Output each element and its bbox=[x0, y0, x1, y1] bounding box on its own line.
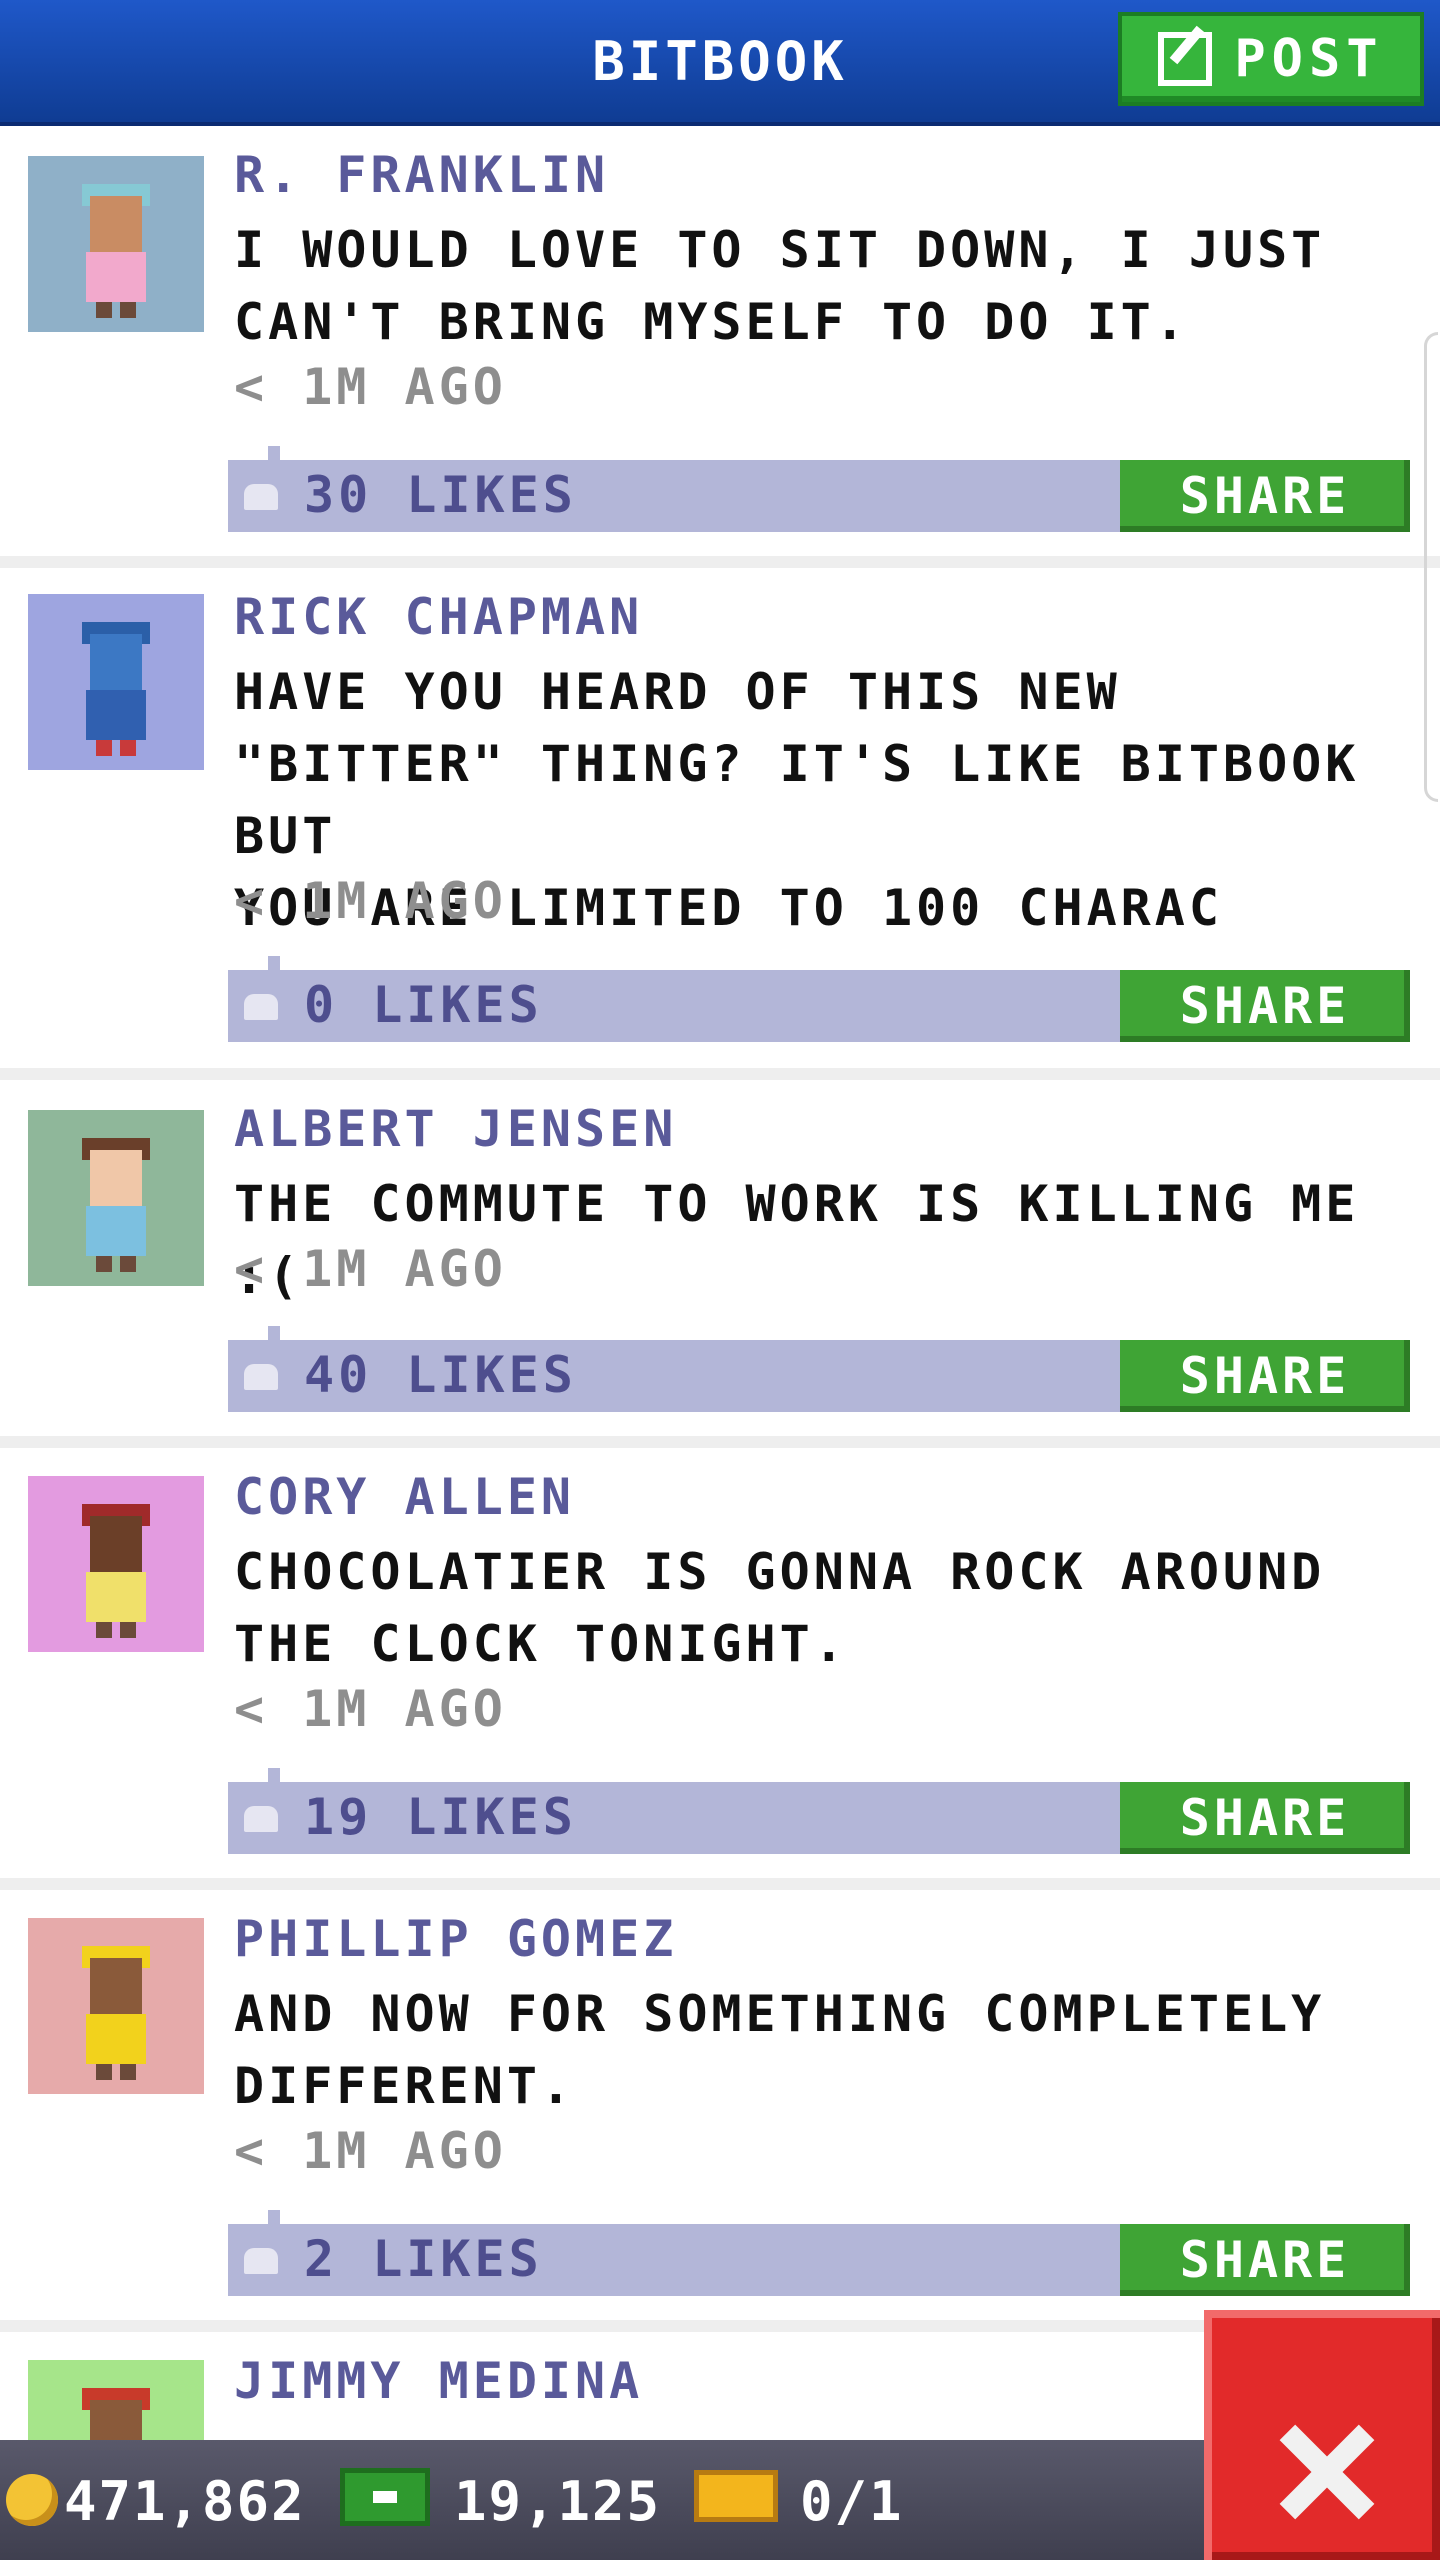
legs-icon bbox=[96, 2064, 136, 2080]
thumbs-up-icon bbox=[244, 484, 278, 510]
like-bar-tab bbox=[268, 956, 280, 970]
like-count: 40 LIKES bbox=[304, 1346, 577, 1404]
legs-icon bbox=[96, 1256, 136, 1272]
legs-icon bbox=[96, 1622, 136, 1638]
feed-post: R. FRANKLIN I WOULD LOVE TO SIT DOWN, I … bbox=[0, 126, 1440, 556]
scroll-indicator[interactable] bbox=[1424, 332, 1438, 802]
post-author[interactable]: ALBERT JENSEN bbox=[234, 1100, 677, 1158]
thumbs-up-icon bbox=[244, 2248, 278, 2274]
like-bar-tab bbox=[268, 1768, 280, 1782]
share-button[interactable]: SHARE bbox=[1120, 1782, 1410, 1854]
avatar[interactable] bbox=[28, 594, 204, 770]
close-icon bbox=[1276, 2422, 1376, 2522]
app-header: BITBOOK POST bbox=[0, 0, 1440, 126]
like-bar-tab bbox=[268, 2210, 280, 2224]
post-time: < 1M AGO bbox=[234, 1240, 507, 1298]
post-message: I WOULD LOVE TO SIT DOWN, I JUST CAN'T B… bbox=[234, 221, 1326, 351]
body-icon bbox=[86, 1206, 146, 1256]
ticket-icon bbox=[694, 2470, 778, 2522]
app-title: BITBOOK bbox=[592, 30, 848, 93]
coin-count: 471,862 bbox=[64, 2470, 306, 2533]
avatar[interactable] bbox=[28, 1918, 204, 2094]
avatar[interactable] bbox=[28, 1476, 204, 1652]
share-button[interactable]: SHARE bbox=[1120, 1340, 1410, 1412]
post-divider bbox=[0, 1068, 1440, 1080]
post-time: < 1M AGO bbox=[234, 358, 507, 416]
coin-icon bbox=[6, 2474, 58, 2526]
like-bar[interactable]: 0 LIKES SHARE bbox=[228, 956, 1410, 1042]
thumbs-up-icon bbox=[244, 1806, 278, 1832]
post-author[interactable]: RICK CHAPMAN bbox=[234, 588, 643, 646]
avatar[interactable] bbox=[28, 156, 204, 332]
post-author[interactable]: PHILLIP GOMEZ bbox=[234, 1910, 677, 1968]
post-author[interactable]: CORY ALLEN bbox=[234, 1468, 575, 1526]
like-count: 0 LIKES bbox=[304, 976, 543, 1034]
like-count: 19 LIKES bbox=[304, 1788, 577, 1846]
like-count: 2 LIKES bbox=[304, 2230, 543, 2288]
post-button[interactable]: POST bbox=[1118, 12, 1424, 106]
bux-count: 19,125 bbox=[454, 2470, 662, 2533]
avatar[interactable] bbox=[28, 1110, 204, 1286]
feed-post: CORY ALLEN CHOCOLATIER IS GONNA ROCK ARO… bbox=[0, 1448, 1440, 1878]
share-button[interactable]: SHARE bbox=[1120, 2224, 1410, 2296]
legs-icon bbox=[96, 302, 136, 318]
share-button[interactable]: SHARE bbox=[1120, 970, 1410, 1042]
feed-post: RICK CHAPMAN HAVE YOU HEARD OF THIS NEW … bbox=[0, 568, 1440, 1066]
thumbs-up-icon bbox=[244, 994, 278, 1020]
post-message: AND NOW FOR SOMETHING COMPLETELY DIFFERE… bbox=[234, 1985, 1326, 2115]
body-icon bbox=[86, 252, 146, 302]
post-divider bbox=[0, 1436, 1440, 1448]
body-icon bbox=[86, 690, 146, 740]
bux-icon bbox=[340, 2468, 430, 2526]
body-icon bbox=[86, 1572, 146, 1622]
body-icon bbox=[86, 2014, 146, 2064]
post-time: < 1M AGO bbox=[234, 1680, 507, 1738]
like-bar[interactable]: 19 LIKES SHARE bbox=[228, 1768, 1410, 1854]
feed-post: PHILLIP GOMEZ AND NOW FOR SOMETHING COMP… bbox=[0, 1890, 1440, 2320]
bitbook-screen: BITBOOK POST R. FRANKLIN I WOULD LOVE TO… bbox=[0, 0, 1440, 2560]
feed-post: ALBERT JENSEN THE COMMUTE TO WORK IS KIL… bbox=[0, 1080, 1440, 1436]
head-icon bbox=[90, 196, 142, 252]
post-author[interactable]: JIMMY MEDINA bbox=[234, 2352, 643, 2410]
ticket-count: 0/1 bbox=[800, 2470, 904, 2533]
thumbs-up-icon bbox=[244, 1364, 278, 1390]
post-time: < 1M AGO bbox=[234, 872, 507, 930]
like-bar[interactable]: 2 LIKES SHARE bbox=[228, 2210, 1410, 2296]
like-bar-tab bbox=[268, 446, 280, 460]
close-button[interactable] bbox=[1204, 2310, 1440, 2560]
like-bar[interactable]: 40 LIKES SHARE bbox=[228, 1326, 1410, 1412]
post-divider bbox=[0, 556, 1440, 568]
head-icon bbox=[90, 634, 142, 690]
legs-icon bbox=[96, 740, 136, 756]
post-button-label: POST bbox=[1234, 29, 1384, 89]
like-bar-tab bbox=[268, 1326, 280, 1340]
post-message: CHOCOLATIER IS GONNA ROCK AROUND THE CLO… bbox=[234, 1543, 1326, 1673]
head-icon bbox=[90, 1150, 142, 1206]
post-time: < 1M AGO bbox=[234, 2122, 507, 2180]
like-count: 30 LIKES bbox=[304, 466, 577, 524]
share-button[interactable]: SHARE bbox=[1120, 460, 1410, 532]
like-bar[interactable]: 30 LIKES SHARE bbox=[228, 446, 1410, 532]
compose-icon bbox=[1158, 32, 1213, 86]
head-icon bbox=[90, 1516, 142, 1572]
head-icon bbox=[90, 1958, 142, 2014]
post-divider bbox=[0, 1878, 1440, 1890]
post-author[interactable]: R. FRANKLIN bbox=[234, 146, 609, 204]
